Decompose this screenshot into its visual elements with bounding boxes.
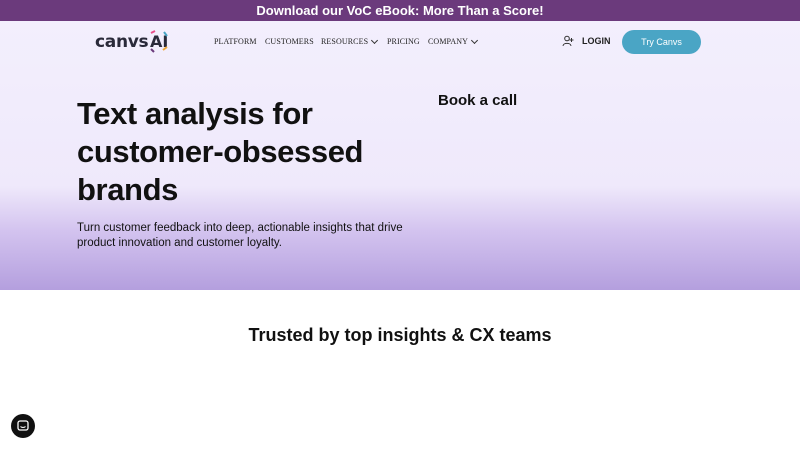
nav-item-platform[interactable]: PLATFORM [214,37,257,46]
chevron-down-icon [470,36,479,44]
user-plus-icon[interactable] [562,35,574,47]
book-a-call-heading[interactable]: Book a call [438,92,517,109]
nav-item-pricing[interactable]: PRICING [387,37,420,46]
logo[interactable]: canvs [95,30,149,54]
try-canvs-label: Try Canvs [641,37,682,47]
announcement-banner[interactable]: Download our VoC eBook: More Than a Scor… [0,0,800,21]
try-canvs-button[interactable]: Try Canvs [622,30,701,54]
login-link[interactable]: LOGIN [582,36,611,46]
hero-headline: Text analysis for customer-obsessed bran… [77,96,364,207]
chat-launcher-button[interactable] [11,414,35,438]
chevron-down-icon [371,36,379,44]
logo-mark-icon: AI [150,30,168,53]
nav-item-label: COMPANY [428,37,468,46]
nav-item-company[interactable]: COMPANY [428,36,479,46]
nav-item-customers[interactable]: CUSTOMERS [265,37,314,46]
banner-text[interactable]: Download our VoC eBook: More Than a Scor… [256,3,543,18]
logo-text: canvs [95,32,149,52]
nav-item-label: CUSTOMERS [265,37,314,46]
trusted-heading: Trusted by top insights & CX teams [248,325,552,345]
hero-subtext: Turn customer feedback into deep, action… [77,222,403,249]
nav-item-resources[interactable]: RESOURCES [321,36,379,46]
nav-item-label: PRICING [387,37,420,46]
nav-item-label: PLATFORM [214,37,257,46]
chat-icon [17,420,29,431]
nav-item-label: RESOURCES [321,37,369,46]
